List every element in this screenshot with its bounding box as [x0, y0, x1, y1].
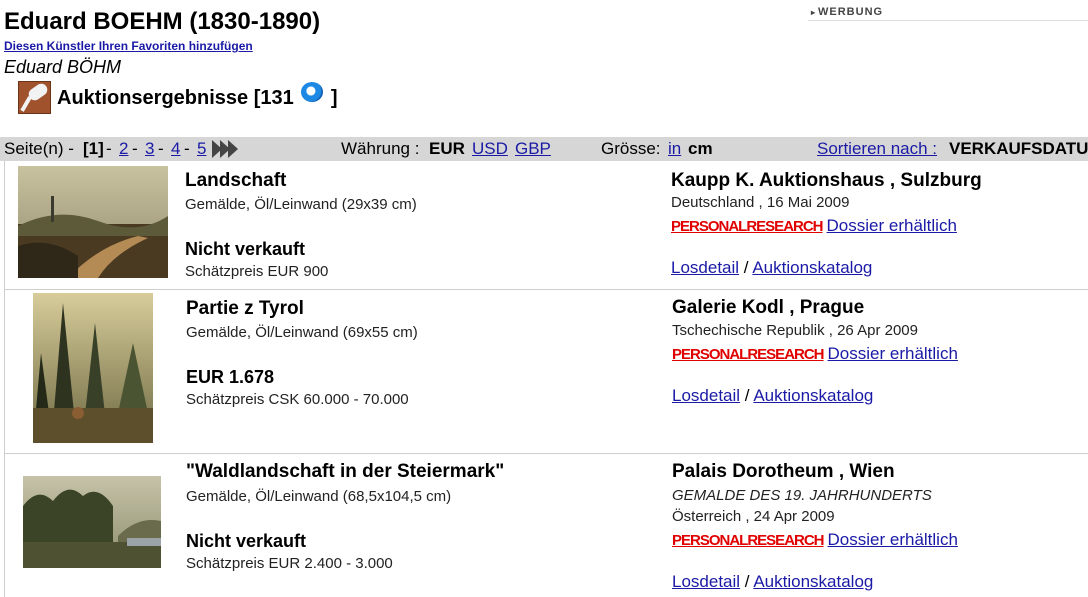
lot-detail-link[interactable]: Losdetail: [671, 258, 739, 277]
lot-estimate: Schätzpreis CSK 60.000 - 70.000: [186, 391, 409, 408]
sale-location-date: Tschechische Republik , 26 Apr 2009: [672, 322, 918, 339]
pages-label: Seite(n) -: [4, 139, 74, 158]
lot-row: [4, 290, 1088, 453]
add-to-favorites-link[interactable]: Diesen Künstler Ihren Favoriten hinzufüg…: [4, 39, 253, 53]
ad-arrow-icon: ▸: [811, 8, 817, 17]
artist-alternate-name: Eduard BÖHM: [4, 57, 122, 77]
personal-research-badge[interactable]: PERSONALRESEARCH: [671, 218, 824, 235]
lot-detail-link[interactable]: Losdetail: [672, 386, 740, 405]
auction-results-count: Auktionsergebnisse [131: [57, 87, 294, 109]
sale-title: GEMALDE DES 19. JAHRHUNDERTS: [672, 487, 932, 504]
currency-usd-link[interactable]: USD: [472, 139, 508, 159]
link-separator: /: [744, 386, 750, 405]
lot-detail-link[interactable]: Losdetail: [672, 572, 740, 591]
personal-research-badge[interactable]: PERSONALRESEARCH: [672, 532, 825, 549]
auction-results-heading: Auktionsergebnisse [131 ]: [18, 80, 338, 114]
lot-links: Losdetail / Auktionskatalog: [672, 386, 873, 406]
dossier-link[interactable]: Dossier erhältlich: [828, 344, 958, 363]
next-pages-icon[interactable]: [212, 140, 246, 158]
personal-research-line: PERSONALRESEARCH Dossier erhältlich: [671, 216, 957, 236]
auction-house[interactable]: Palais Dorotheum , Wien: [672, 461, 895, 483]
sort-by-link[interactable]: Sortieren nach :: [817, 139, 937, 159]
lot-thumbnail[interactable]: [23, 476, 161, 568]
page-dash: -: [184, 139, 190, 158]
currency-label: Währung :: [341, 139, 420, 158]
lot-medium: Gemälde, Öl/Leinwand (69x55 cm): [186, 324, 418, 341]
page-dash: -: [132, 139, 138, 158]
auction-house[interactable]: Galerie Kodl , Prague: [672, 297, 864, 319]
info-bullet-icon[interactable]: [301, 82, 324, 102]
ad-divider: [808, 20, 1088, 21]
page-link-4[interactable]: 4: [171, 139, 180, 159]
lot-price: Nicht verkauft: [186, 531, 307, 551]
dossier-link[interactable]: Dossier erhältlich: [827, 216, 957, 235]
lot-price: EUR 1.678: [186, 367, 275, 387]
ad-label: ▸ WERBUNG: [811, 6, 883, 18]
personal-research-line: PERSONALRESEARCH Dossier erhältlich: [672, 530, 958, 550]
lot-medium: Gemälde, Öl/Leinwand (68,5x104,5 cm): [186, 488, 452, 505]
page-link-3[interactable]: 3: [145, 139, 154, 159]
link-separator: /: [743, 258, 749, 277]
lot-price: Nicht verkauft: [185, 239, 306, 259]
page-dash: -: [158, 139, 164, 158]
currency-eur: EUR: [429, 139, 465, 158]
sale-location-date: Deutschland , 16 Mai 2009: [671, 194, 850, 211]
gavel-icon: [18, 80, 51, 114]
lot-title[interactable]: Partie z Tyrol: [186, 298, 304, 320]
page-dash: -: [106, 139, 112, 158]
current-page: [1]: [83, 139, 104, 158]
auction-results-close-bracket: ]: [330, 87, 338, 109]
auction-catalog-link[interactable]: Auktionskatalog: [752, 258, 872, 277]
page-link-5[interactable]: 5: [197, 139, 206, 159]
size-inch-link[interactable]: in: [668, 139, 681, 159]
page-link-2[interactable]: 2: [119, 139, 128, 159]
lot-thumbnail[interactable]: [18, 166, 168, 278]
currency-gbp-link[interactable]: GBP: [515, 139, 551, 159]
auction-catalog-link[interactable]: Auktionskatalog: [753, 386, 873, 405]
link-separator: /: [744, 572, 750, 591]
size-cm: cm: [688, 139, 713, 158]
lot-title[interactable]: Landschaft: [185, 170, 286, 192]
artist-title: Eduard BOEHM (1830-1890): [4, 8, 321, 35]
results-toolbar: Seite(n) - [1] - 2 - 3 - 4 - 5 Währung :…: [0, 137, 1088, 161]
dossier-link[interactable]: Dossier erhältlich: [828, 530, 958, 549]
auction-catalog-link[interactable]: Auktionskatalog: [753, 572, 873, 591]
lot-thumbnail[interactable]: [33, 293, 153, 443]
lot-title[interactable]: "Waldlandschaft in der Steiermark": [186, 461, 504, 483]
auction-house[interactable]: Kaupp K. Auktionshaus , Sulzburg: [671, 170, 982, 192]
auction-results-label: Auktionsergebnisse [131 ]: [57, 82, 338, 110]
lot-links: Losdetail / Auktionskatalog: [671, 258, 872, 278]
sort-value: VERKAUFSDATUM: [949, 139, 1088, 158]
ad-label-text: WERBUNG: [818, 6, 884, 18]
size-label: Grösse:: [601, 139, 661, 158]
lot-estimate: Schätzpreis EUR 2.400 - 3.000: [186, 555, 393, 572]
lot-estimate: Schätzpreis EUR 900: [185, 263, 329, 280]
personal-research-badge[interactable]: PERSONALRESEARCH: [672, 346, 825, 363]
sale-location-date: Österreich , 24 Apr 2009: [672, 508, 835, 525]
lot-row: [4, 454, 1088, 597]
lot-medium: Gemälde, Öl/Leinwand (29x39 cm): [185, 196, 417, 213]
lot-links: Losdetail / Auktionskatalog: [672, 572, 873, 592]
personal-research-line: PERSONALRESEARCH Dossier erhältlich: [672, 344, 958, 364]
